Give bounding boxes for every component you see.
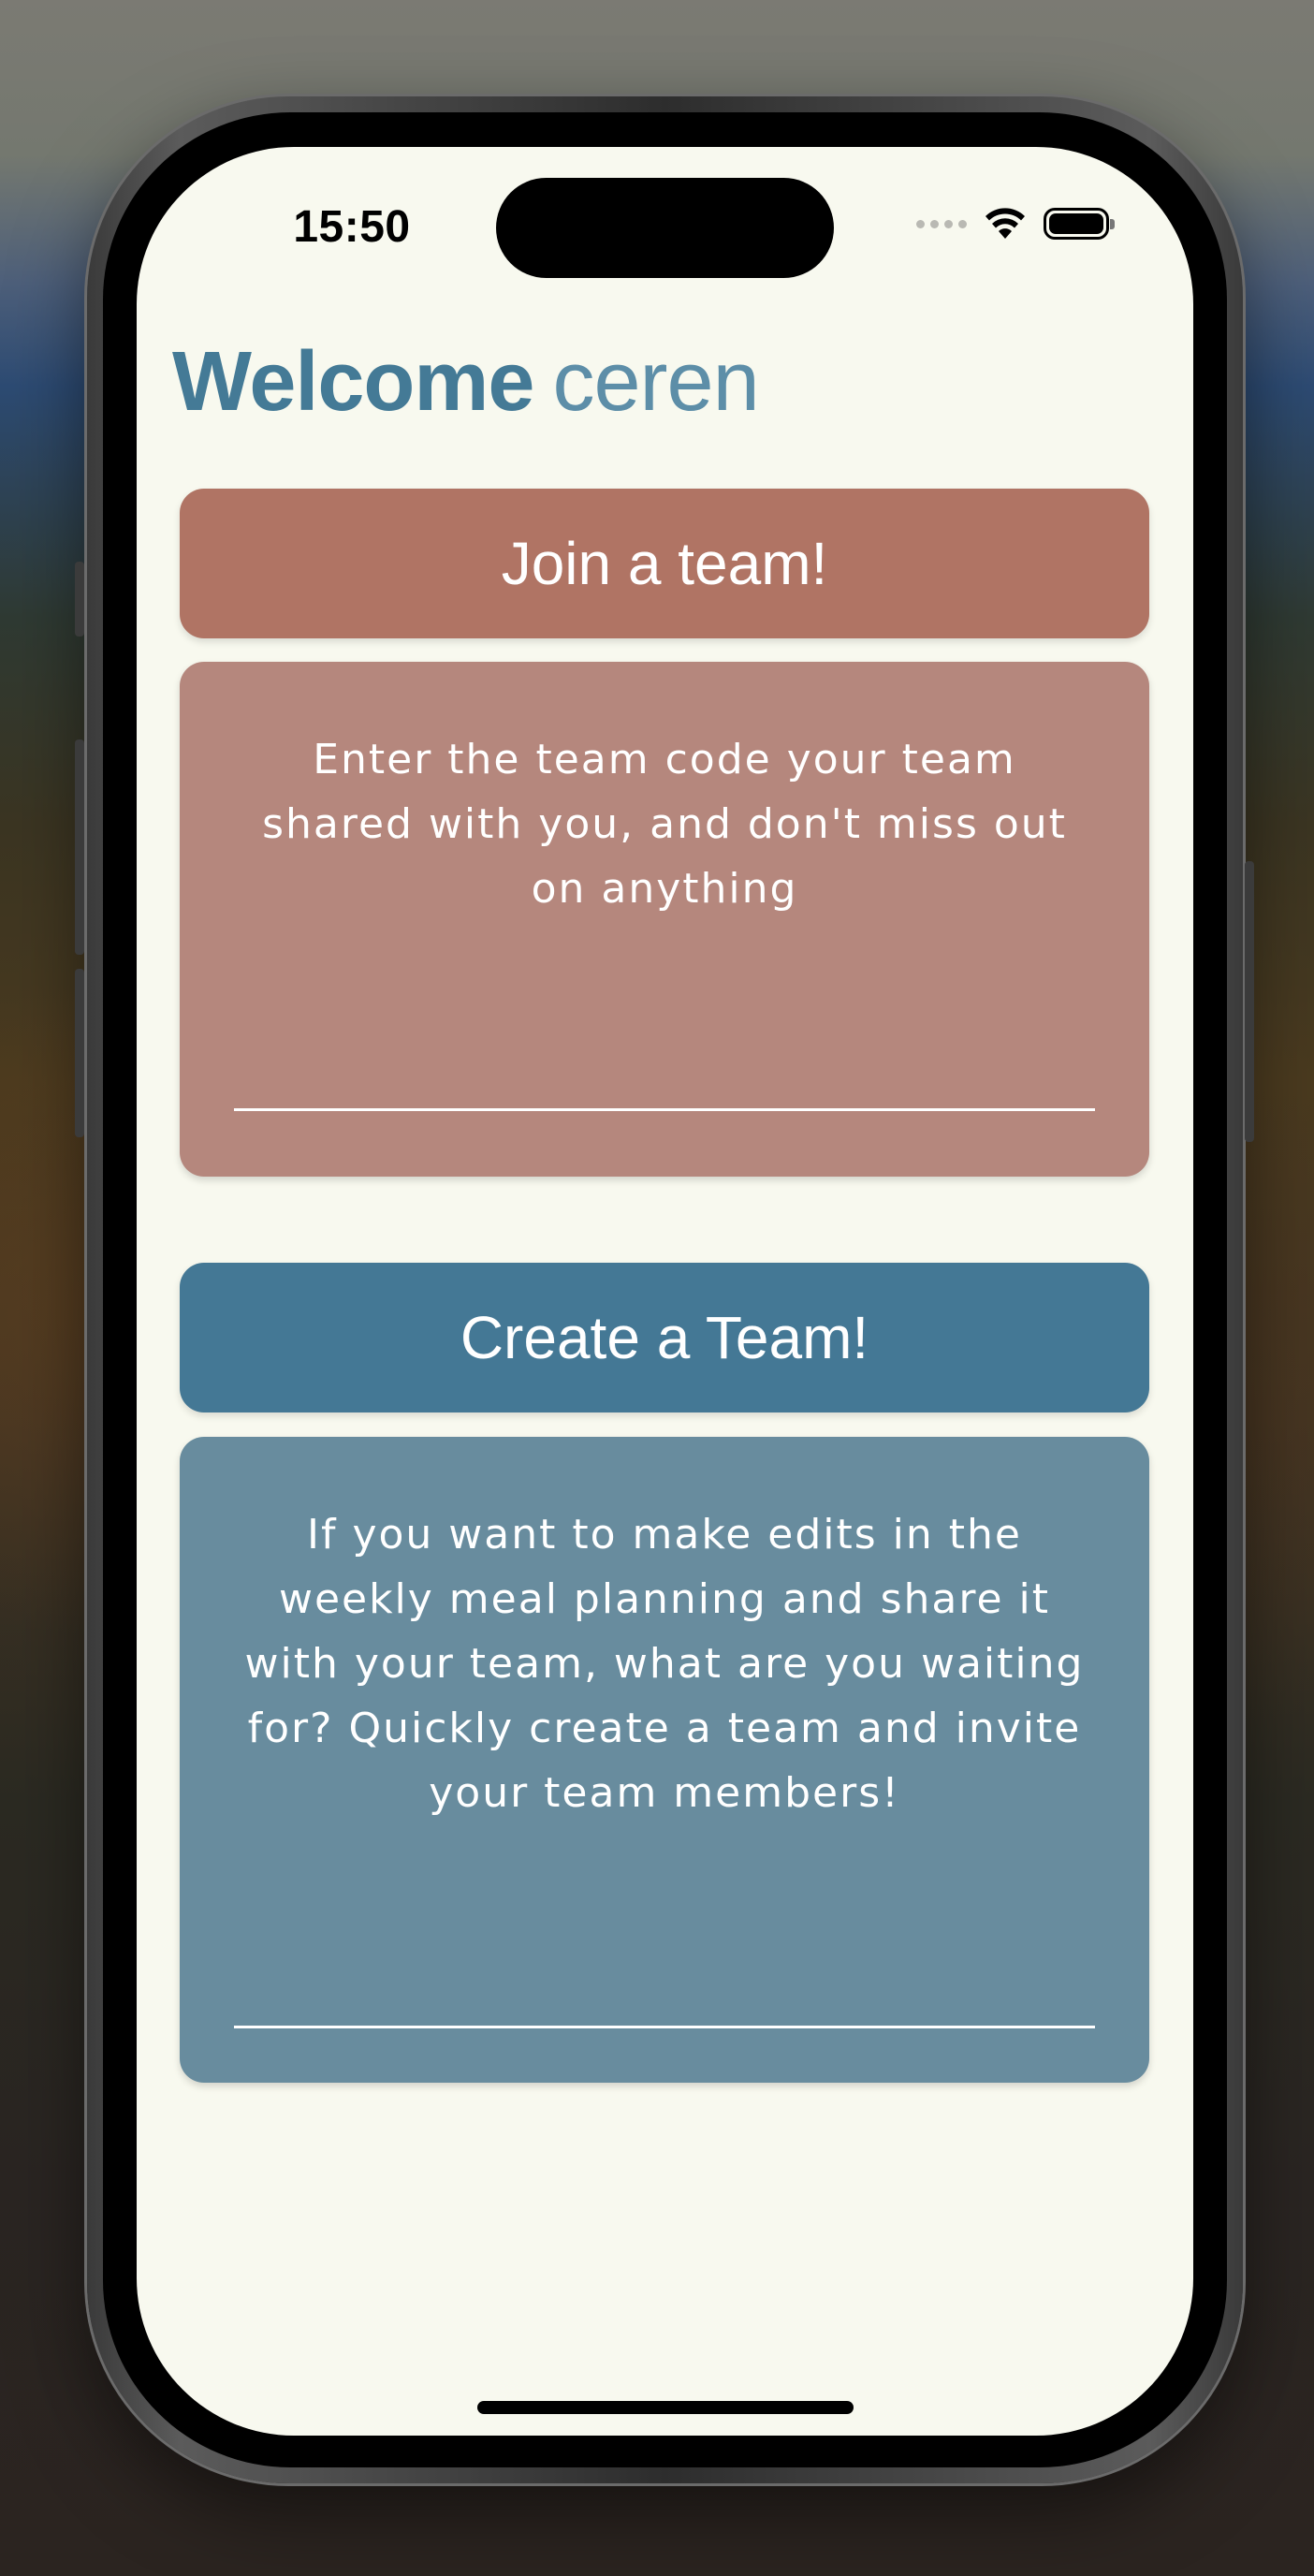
volume-up-button [75,739,84,955]
create-team-button[interactable]: Create a Team! [180,1263,1149,1412]
signal-dots-icon [916,219,967,228]
team-name-input[interactable] [234,1972,1095,2028]
create-team-card: If you want to make edits in the weekly … [180,1437,1149,2083]
create-team-description: If you want to make edits in the weekly … [244,1511,1085,1817]
username-label: ceren [552,335,760,429]
join-team-label: Join a team! [501,530,828,597]
status-time: 15:50 [293,202,411,252]
power-button [1245,861,1254,1142]
join-team-button[interactable]: Join a team! [180,489,1149,638]
create-team-label: Create a Team! [460,1304,869,1371]
join-team-card: Enter the team code your team shared wit… [180,662,1149,1177]
welcome-heading: Welcome ceren [172,334,760,431]
welcome-label: Welcome [172,335,534,429]
team-code-input[interactable] [234,1055,1095,1111]
action-button [75,562,84,637]
volume-down-button [75,969,84,1137]
wifi-icon [986,208,1025,239]
status-icons [916,205,1115,242]
battery-icon [1044,208,1115,240]
home-indicator[interactable] [477,2401,854,2414]
dynamic-island [496,178,834,278]
phone-screen: 15:50 Welcome ceren Join a team! Enter th… [137,147,1193,2436]
join-team-description: Enter the team code your team shared wit… [262,736,1067,913]
